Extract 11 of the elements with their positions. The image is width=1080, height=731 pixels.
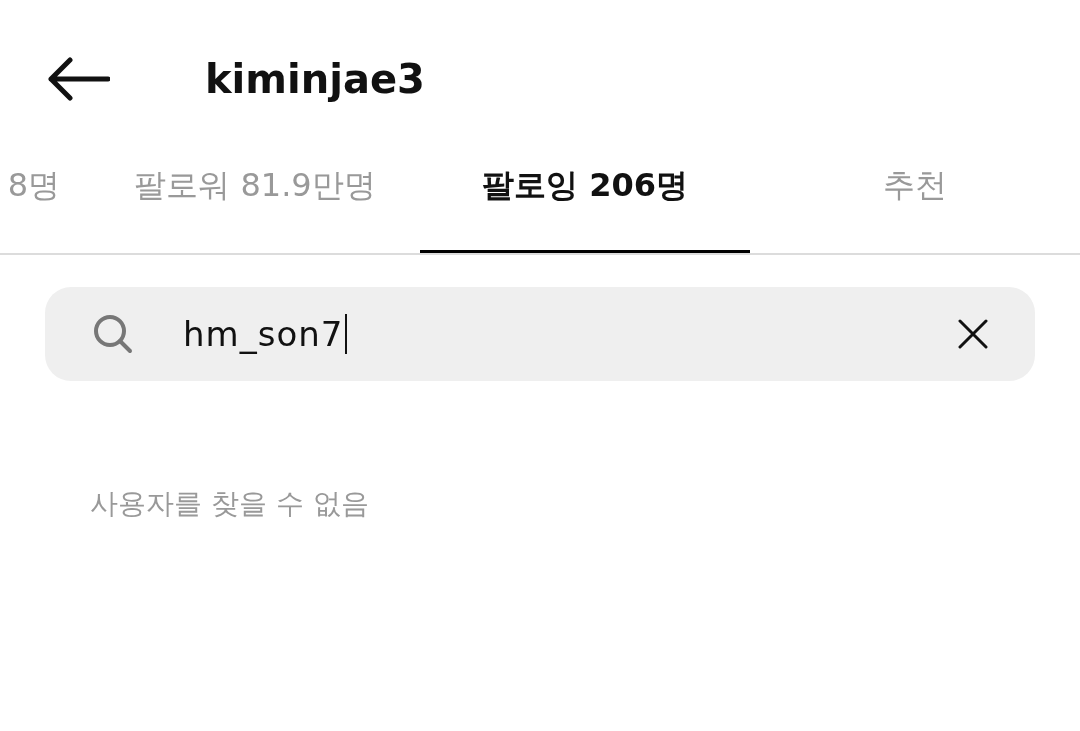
text-cursor (345, 314, 348, 354)
search-icon (93, 314, 133, 354)
no-results-message: 사용자를 찾을 수 없음 (90, 486, 369, 522)
close-icon (958, 319, 988, 349)
username-title: kiminjae3 (205, 56, 425, 102)
back-arrow-icon[interactable] (48, 57, 110, 101)
tab[interactable]: 팔로잉 206명 (420, 120, 750, 253)
tab[interactable]: 추천 (750, 120, 1080, 253)
tab[interactable]: 8명 (0, 120, 90, 253)
tab[interactable]: 팔로워 81.9만명 (90, 120, 420, 253)
search-field[interactable]: hm_son7 (45, 287, 1035, 381)
